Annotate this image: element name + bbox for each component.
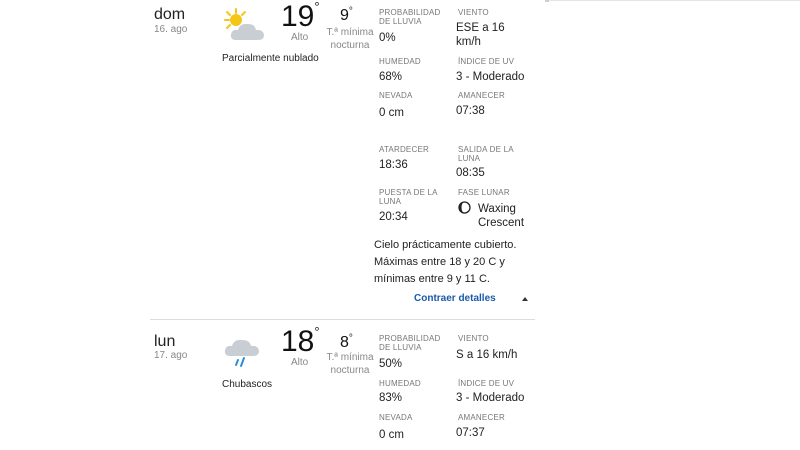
wind-label: VIENTO xyxy=(458,8,489,17)
sunset-label: ATARDECER xyxy=(379,145,429,154)
uv-label: ÍNDICE DE UV xyxy=(458,57,515,66)
condition-text: Chubascos xyxy=(222,379,273,390)
day-name: lun xyxy=(154,333,176,350)
showers-icon xyxy=(222,334,272,379)
moonrise-label: SALIDA DE LA LUNA xyxy=(458,145,514,163)
moon-phase-label: FASE LUNAR xyxy=(458,188,510,197)
low-temperature: 9° xyxy=(340,6,353,24)
collapse-details-link[interactable]: Contraer detalles xyxy=(414,293,496,304)
humidity-label: HUMEDAD xyxy=(379,57,421,66)
forecast-day-monday[interactable]: lun 17. ago Chubascos 18° Alto 8° T.ª mí… xyxy=(150,322,535,450)
humidity-value: 68% xyxy=(379,71,403,83)
high-label: Alto xyxy=(291,32,309,43)
forecast-summary: Cielo prácticamente cubierto. Máximas en… xyxy=(374,239,517,285)
snow-value: 0 cm xyxy=(379,107,404,119)
wind-value: ESE a 16 km/h xyxy=(456,22,505,48)
high-temperature: 18° xyxy=(281,324,320,358)
rain-prob-label: PROBABILIDAD DE LLUVIA xyxy=(379,334,441,352)
sunrise-label: AMANECER xyxy=(458,413,505,422)
sunrise-label: AMANECER xyxy=(458,91,505,100)
forecast-day-sunday[interactable]: dom 16. ago Parcialmente nublado 19° Alt… xyxy=(150,0,535,320)
day-divider xyxy=(150,319,535,320)
collapse-caret-icon[interactable] xyxy=(522,297,528,301)
moon-phase-icon xyxy=(458,201,471,219)
rain-prob-value: 0% xyxy=(379,32,396,44)
humidity-value: 83% xyxy=(379,392,403,404)
day-date: 17. ago xyxy=(154,350,188,361)
rain-prob-value: 50% xyxy=(379,358,403,370)
moonset-value: 20:34 xyxy=(379,211,408,223)
humidity-label: HUMEDAD xyxy=(379,379,421,388)
snow-label: NEVADA xyxy=(379,413,413,422)
moon-phase-value: Waxing Crescent xyxy=(478,203,525,229)
wind-label: VIENTO xyxy=(458,334,489,343)
uv-value: 3 - Moderado xyxy=(456,71,525,83)
sunrise-value: 07:37 xyxy=(456,427,485,439)
snow-label: NEVADA xyxy=(379,91,413,100)
partly-cloudy-icon xyxy=(222,8,272,49)
low-label: T.ª mínima nocturna xyxy=(326,352,374,376)
high-label: Alto xyxy=(291,357,309,368)
rain-prob-label: PROBABILIDAD DE LLUVIA xyxy=(379,8,441,26)
wind-value: S a 16 km/h xyxy=(456,349,518,361)
sunset-value: 18:36 xyxy=(379,159,408,171)
moonrise-value: 08:35 xyxy=(456,167,485,179)
sunrise-value: 07:38 xyxy=(456,105,485,117)
snow-value: 0 cm xyxy=(379,429,404,441)
moonset-label: PUESTA DE LA LUNA xyxy=(379,188,438,206)
uv-value: 3 - Moderado xyxy=(456,392,525,404)
top-marker xyxy=(545,0,549,2)
low-label: T.ª mínima nocturna xyxy=(326,27,374,51)
day-date: 16. ago xyxy=(154,24,188,35)
uv-label: ÍNDICE DE UV xyxy=(458,379,515,388)
day-name: dom xyxy=(154,6,186,23)
top-separator xyxy=(545,0,800,1)
low-temperature: 8° xyxy=(340,333,353,351)
condition-text: Parcialmente nublado xyxy=(222,53,319,64)
high-temperature: 19° xyxy=(281,0,320,33)
